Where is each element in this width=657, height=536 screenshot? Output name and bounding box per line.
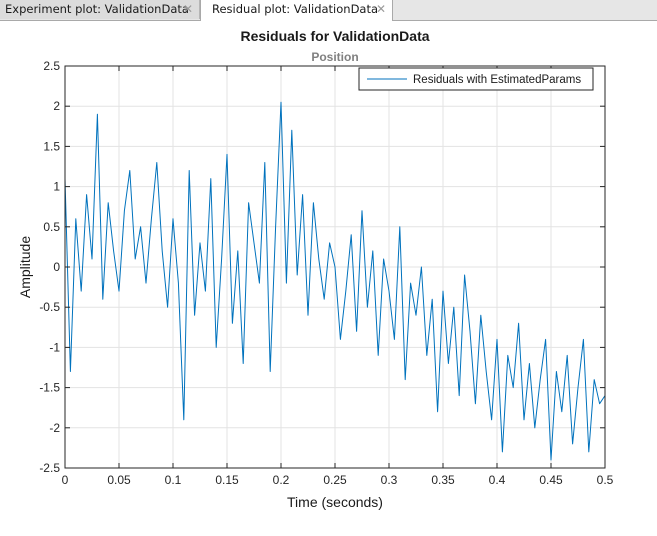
legend-label: Residuals with EstimatedParams [413,74,581,86]
tab-residual-plot[interactable]: Residual plot: ValidationData ✕ [200,0,393,21]
y-tick-label: -2 [49,421,60,435]
y-tick-label: 0.5 [43,220,60,234]
x-tick-label: 0.5 [597,473,614,487]
x-tick-label: 0.35 [431,473,455,487]
x-tick-label: 0.25 [323,473,347,487]
y-tick-label: -1.5 [39,381,60,395]
x-axis-label: Time (seconds) [287,494,383,510]
x-tick-label: 0 [62,473,69,487]
x-tick-label: 0.45 [539,473,563,487]
chart-subtitle: Position [311,50,358,64]
close-icon[interactable]: ✕ [376,0,386,19]
legend[interactable]: Residuals with EstimatedParams [358,67,594,91]
x-tick-label: 0.3 [381,473,398,487]
tab-experiment-plot[interactable]: Experiment plot: ValidationData ✕ [0,0,200,19]
residual-plot-panel: Residuals for ValidationData Position 0 0… [0,21,657,531]
x-tick-label: 0.05 [107,473,131,487]
y-tick-label: 0 [53,260,60,274]
x-tick-label: 0.1 [165,473,182,487]
y-tick-label: -2.5 [39,461,60,475]
y-tick-label: 1 [53,180,60,194]
tab-bar: Experiment plot: ValidationData ✕ Residu… [0,0,657,21]
y-tick-label: -0.5 [39,300,60,314]
y-tick-label: -1 [49,340,60,354]
residual-chart: Residuals for ValidationData Position 0 0… [17,28,614,510]
x-tick-label: 0.2 [273,473,290,487]
close-icon[interactable]: ✕ [183,0,193,19]
y-tick-label: 2 [53,99,60,113]
chart-title: Residuals for ValidationData [240,28,429,44]
tab-label: Residual plot: ValidationData [212,2,379,16]
y-axis-label: Amplitude [17,236,33,298]
y-tick-label: 1.5 [43,139,60,153]
y-tick-label: 2.5 [43,59,60,73]
x-tick-label: 0.4 [489,473,506,487]
x-tick-label: 0.15 [215,473,239,487]
tab-label: Experiment plot: ValidationData [5,2,189,16]
